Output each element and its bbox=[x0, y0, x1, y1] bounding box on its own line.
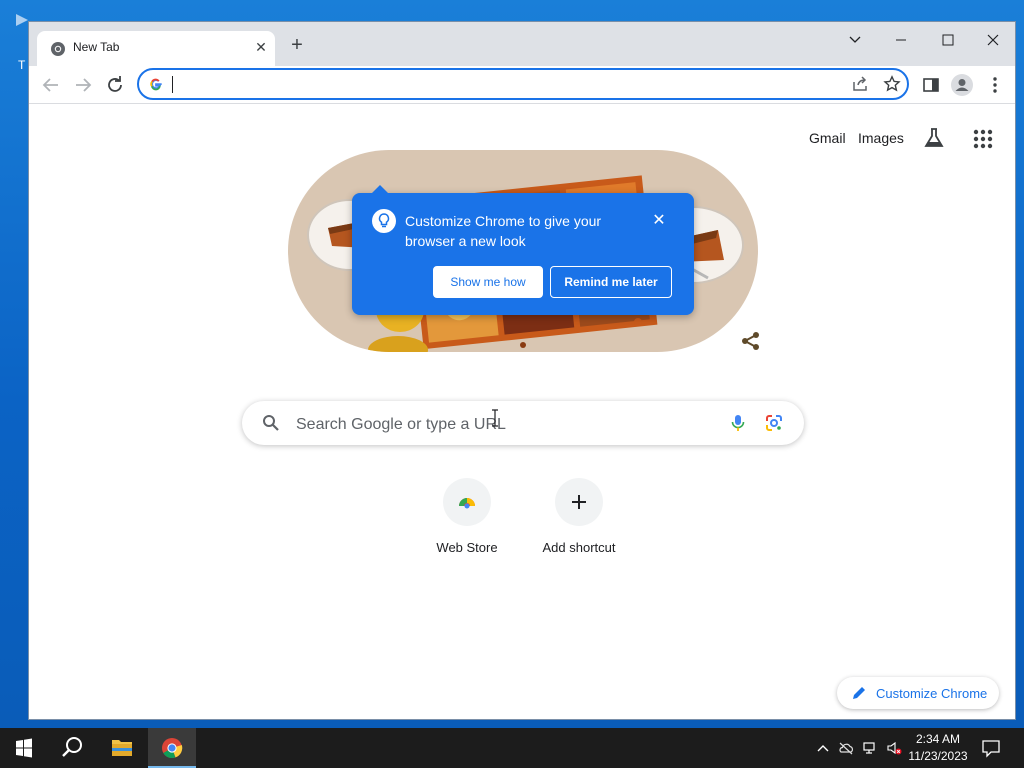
notification-center-icon[interactable] bbox=[980, 738, 1002, 758]
search-icon[interactable] bbox=[48, 728, 96, 768]
chrome-icon bbox=[51, 42, 65, 56]
doodle-share-icon[interactable] bbox=[740, 330, 762, 352]
pencil-icon bbox=[853, 687, 865, 699]
show-me-how-button[interactable]: Show me how bbox=[433, 266, 543, 298]
tab-close-icon[interactable]: ✕ bbox=[253, 39, 269, 55]
back-icon[interactable] bbox=[39, 73, 63, 97]
images-link[interactable]: Images bbox=[858, 130, 904, 146]
clock-date: 11/23/2023 bbox=[908, 749, 968, 763]
clock-time: 2:34 AM bbox=[915, 732, 961, 746]
google-search-box[interactable] bbox=[242, 401, 804, 445]
minimize-icon[interactable] bbox=[883, 28, 919, 52]
remind-me-later-button[interactable]: Remind me later bbox=[550, 266, 672, 298]
tab-search-icon[interactable] bbox=[837, 28, 873, 52]
shortcut-add[interactable]: Add shortcut bbox=[529, 478, 629, 555]
network-icon[interactable] bbox=[862, 740, 878, 756]
chrome-icon bbox=[162, 738, 183, 759]
shortcut-web-store[interactable]: Web Store bbox=[417, 478, 517, 555]
maximize-icon[interactable] bbox=[930, 28, 966, 52]
search-input[interactable] bbox=[294, 413, 718, 437]
menu-kebab-icon[interactable] bbox=[983, 73, 1007, 97]
promo-arrow bbox=[372, 185, 388, 193]
plus-icon bbox=[572, 495, 586, 509]
mouse-ibeam-cursor bbox=[492, 409, 498, 427]
tab-title: New Tab bbox=[73, 40, 120, 54]
reload-icon[interactable] bbox=[103, 73, 127, 97]
profile-avatar-icon[interactable] bbox=[950, 73, 974, 97]
new-tab-page: Gmail Images Search Google or type a URL… bbox=[29, 104, 1015, 719]
close-window-icon[interactable] bbox=[975, 28, 1011, 52]
google-lens-icon[interactable] bbox=[764, 413, 784, 433]
promo-message: Customize Chrome to give your browser a … bbox=[405, 213, 602, 249]
shortcut-label: Web Store bbox=[436, 540, 498, 555]
toolbar bbox=[29, 66, 1015, 104]
new-tab-icon[interactable]: + bbox=[287, 35, 307, 55]
side-panel-icon[interactable] bbox=[919, 73, 943, 97]
customize-chrome-label: Customize Chrome bbox=[876, 686, 988, 701]
chrome-window: New Tab ✕ + Gmail Images Search Google o… bbox=[28, 21, 1016, 720]
web-store-icon bbox=[459, 498, 475, 509]
address-bar[interactable] bbox=[137, 68, 909, 100]
google-g-icon bbox=[150, 78, 162, 91]
file-explorer-icon[interactable] bbox=[98, 728, 146, 768]
text-caret bbox=[172, 76, 173, 93]
customize-promo-bubble: Customize Chrome to give your browser a … bbox=[352, 185, 694, 315]
bookmark-star-icon[interactable] bbox=[883, 75, 901, 93]
forward-icon[interactable] bbox=[71, 73, 95, 97]
shortcut-tile bbox=[555, 478, 603, 526]
windows-start-icon[interactable] bbox=[0, 728, 48, 768]
address-input[interactable] bbox=[171, 74, 815, 96]
customize-chrome-button[interactable]: Customize Chrome bbox=[837, 677, 999, 709]
shortcut-label: Add shortcut bbox=[542, 540, 616, 555]
system-clock[interactable]: 2:34 AM 11/23/2023 bbox=[900, 731, 976, 765]
voice-search-mic-icon[interactable] bbox=[728, 413, 748, 433]
search-icon bbox=[263, 415, 279, 431]
gmail-link[interactable]: Gmail bbox=[809, 130, 846, 146]
desktop-icon-letter: T bbox=[18, 58, 26, 72]
chrome-taskbar-button[interactable] bbox=[148, 728, 196, 768]
taskbar: 2:34 AM 11/23/2023 bbox=[0, 728, 1024, 768]
google-apps-icon[interactable] bbox=[972, 128, 994, 150]
labs-flask-icon[interactable] bbox=[923, 127, 945, 149]
tab-new-tab[interactable]: New Tab ✕ bbox=[37, 31, 275, 66]
chevron-up-icon[interactable] bbox=[815, 740, 831, 756]
promo-close-icon[interactable]: ✕ bbox=[650, 212, 668, 230]
shortcut-tile bbox=[443, 478, 491, 526]
lightbulb-icon bbox=[372, 209, 396, 233]
onedrive-offline-icon[interactable] bbox=[838, 740, 854, 756]
share-page-icon[interactable] bbox=[851, 75, 869, 93]
title-bar: New Tab ✕ + bbox=[29, 22, 1015, 66]
